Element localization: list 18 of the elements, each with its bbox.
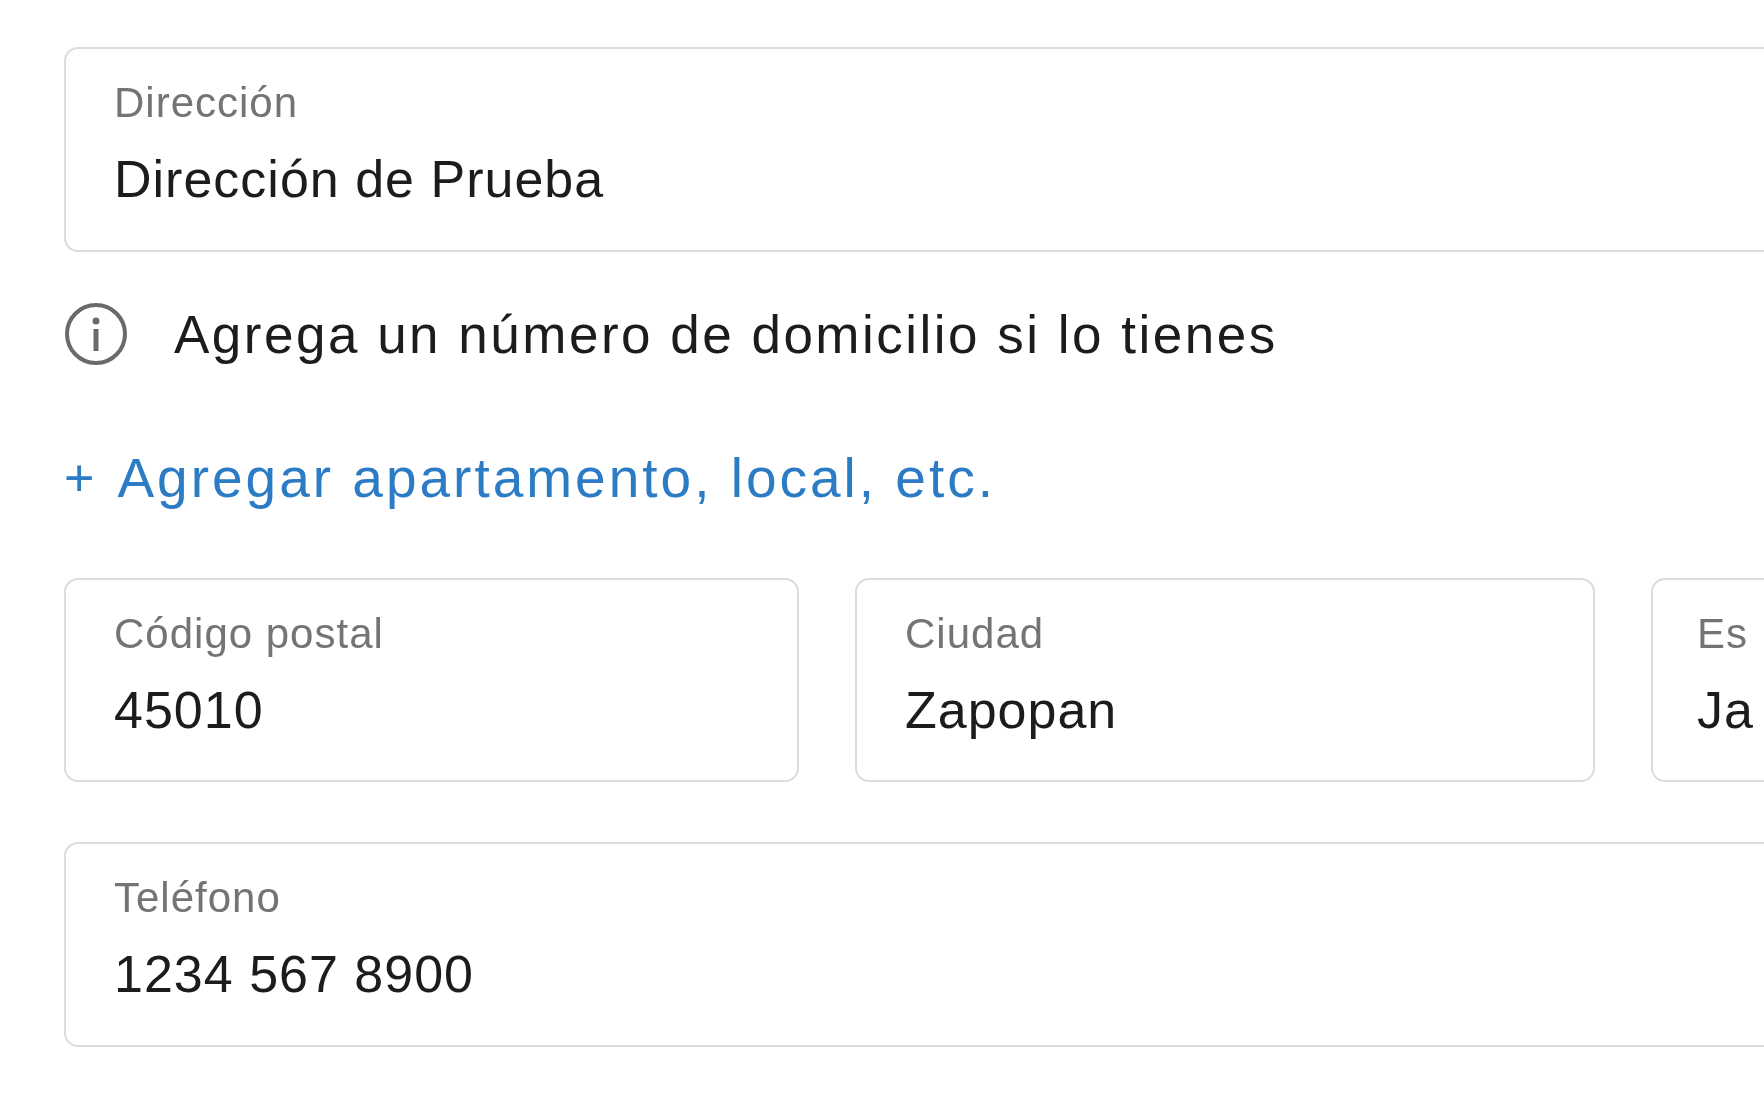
address-field[interactable]: Dirección Dirección de Prueba bbox=[64, 47, 1764, 252]
city-field[interactable]: Ciudad Zapopan bbox=[855, 578, 1595, 782]
field-label: Código postal bbox=[114, 610, 384, 658]
field-label: Es bbox=[1697, 610, 1748, 658]
add-apartment-link[interactable]: + Agregar apartamento, local, etc. bbox=[64, 446, 1764, 510]
hint-text: Agrega un número de domicilio si lo tienes bbox=[174, 303, 1278, 365]
field-value: Dirección de Prueba bbox=[114, 149, 605, 209]
info-icon bbox=[64, 302, 128, 366]
state-field[interactable]: Es Ja bbox=[1651, 578, 1764, 782]
field-label: Ciudad bbox=[905, 610, 1045, 658]
field-value: 45010 bbox=[114, 680, 264, 740]
field-label: Teléfono bbox=[114, 874, 281, 922]
field-label: Dirección bbox=[114, 79, 299, 127]
phone-field[interactable]: Teléfono 1234 567 8900 bbox=[64, 842, 1764, 1047]
field-value: 1234 567 8900 bbox=[114, 944, 474, 1004]
postal-code-field[interactable]: Código postal 45010 bbox=[64, 578, 799, 782]
field-value: Ja bbox=[1697, 680, 1754, 740]
field-value: Zapopan bbox=[905, 680, 1118, 740]
